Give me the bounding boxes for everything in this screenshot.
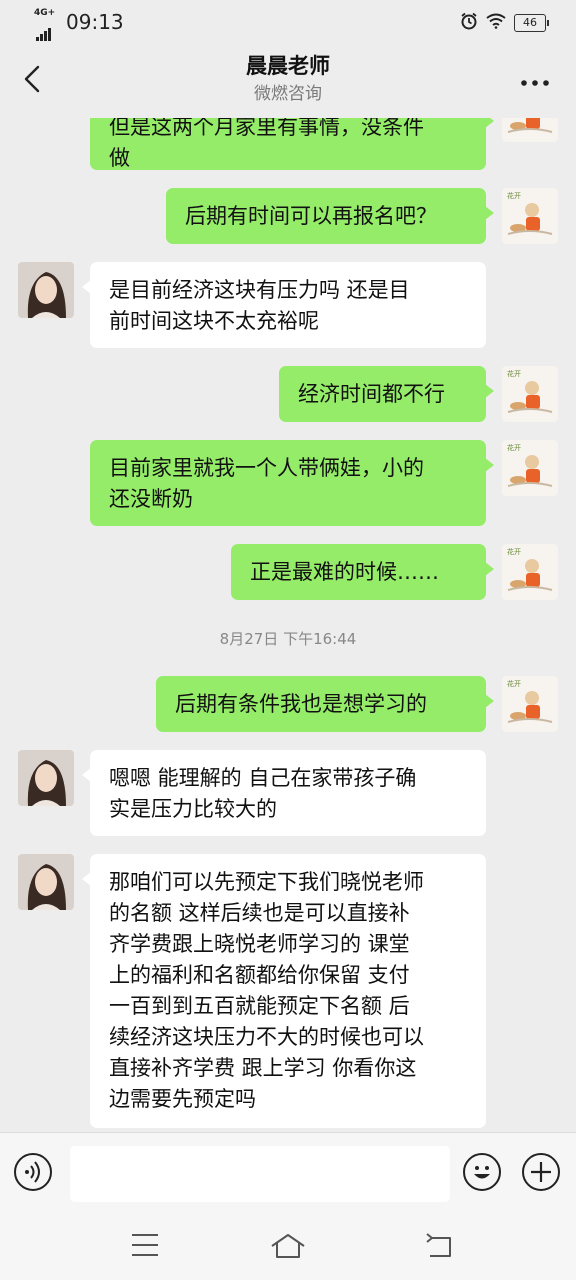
voice-icon (25, 1161, 40, 1183)
chat-header: 晨晨老师 微燃咨询 (0, 44, 576, 118)
my-avatar[interactable]: 花开 (502, 188, 558, 244)
message-line: 后期有条件我也是想学习的 (175, 692, 427, 716)
chat-area[interactable]: 但是这两个月家里有事情，没条件 做 后期有时间可以再报名吧？ 花开 是目前经济这… (0, 0, 576, 1130)
wifi-icon (486, 13, 506, 33)
message-line: 是目前经济这块有压力吗 还是目 (109, 278, 410, 302)
message-line: 后期有时间可以再报名吧？ (185, 204, 437, 228)
contact-avatar[interactable] (18, 854, 74, 910)
battery-icon: 46 (514, 14, 549, 32)
svg-text:花开: 花开 (507, 443, 521, 452)
menu-button[interactable] (130, 1232, 160, 1262)
voice-input-button[interactable] (14, 1153, 52, 1191)
alarm-icon (460, 12, 478, 34)
emoji-icon (474, 1166, 490, 1179)
message-line: 经济时间都不行 (298, 382, 445, 406)
contact-subtitle: 微燃咨询 (254, 84, 322, 104)
return-icon (426, 1233, 451, 1257)
message-input[interactable] (70, 1146, 450, 1202)
emoji-button[interactable] (463, 1153, 501, 1191)
message-line: 嗯嗯 能理解的 自己在家带孩子确 (109, 766, 417, 790)
incoming-message[interactable]: 是目前经济这块有压力吗 还是目 前时间这块不太充裕呢 (82, 262, 486, 348)
message-line: 正是最难的时候…… (250, 560, 439, 584)
outgoing-message[interactable]: 目前家里就我一个人带俩娃，小的 还没断奶 (90, 440, 494, 526)
home-button[interactable] (270, 1232, 306, 1264)
message-line: 齐学费跟上晓悦老师学习的 课堂 (109, 932, 410, 956)
plus-icon (531, 1162, 551, 1182)
message-line: 做 (109, 146, 130, 170)
my-avatar[interactable]: 花开 (502, 544, 558, 600)
svg-text:花开: 花开 (507, 547, 521, 556)
contact-name: 晨晨老师 (246, 54, 330, 78)
incoming-message[interactable]: 嗯嗯 能理解的 自己在家带孩子确 实是压力比较大的 (82, 750, 486, 836)
system-navigation-bar (0, 1214, 576, 1280)
back-system-button[interactable] (424, 1232, 454, 1264)
message-line: 直接补齐学费 跟上学习 你看你这 (109, 1056, 417, 1080)
home-icon (271, 1234, 305, 1258)
message-timestamp: 8月27日 下午16:44 (219, 630, 357, 648)
svg-text:花开: 花开 (507, 191, 521, 200)
outgoing-message[interactable]: 后期有条件我也是想学习的 (156, 676, 494, 732)
message-line: 前时间这块不太充裕呢 (109, 309, 319, 333)
contact-avatar[interactable] (18, 750, 74, 806)
more-icon (521, 80, 549, 86)
network-type: 4G+ (34, 8, 56, 18)
more-functions-button[interactable] (522, 1153, 560, 1191)
message-line: 那咱们可以先预定下我们晓悦老师 (109, 870, 424, 894)
status-bar: 4G+ 09:13 46 (0, 0, 576, 44)
my-avatar[interactable]: 花开 (502, 676, 558, 732)
my-avatar[interactable]: 花开 (502, 440, 558, 496)
incoming-message[interactable]: 那咱们可以先预定下我们晓悦老师 的名额 这样后续也是可以直接补 齐学费跟上晓悦老… (82, 854, 486, 1128)
more-options-button[interactable] (520, 66, 550, 94)
svg-text:花开: 花开 (507, 679, 521, 688)
message-line: 上的福利和名额都给你保留 支付 (109, 963, 410, 987)
input-bar (0, 1132, 576, 1215)
svg-text:花开: 花开 (507, 369, 521, 378)
message-line: 续经济这块压力不大的时候也可以 (109, 1025, 424, 1049)
status-time: 09:13 (66, 10, 124, 34)
outgoing-message[interactable]: 后期有时间可以再报名吧？ (166, 188, 494, 244)
message-line: 实是压力比较大的 (109, 797, 277, 821)
message-line: 一百到到五百就能预定下名额 后 (109, 994, 410, 1018)
outgoing-message[interactable]: 经济时间都不行 (279, 366, 494, 422)
message-line: 目前家里就我一个人带俩娃，小的 (109, 456, 424, 480)
contact-avatar[interactable] (18, 262, 74, 318)
outgoing-message[interactable]: 正是最难的时候…… (231, 544, 494, 600)
message-line: 边需要先预定吗 (109, 1087, 256, 1111)
message-line: 还没断奶 (109, 487, 193, 511)
my-avatar[interactable]: 花开 (502, 366, 558, 422)
message-line: 的名额 这样后续也是可以直接补 (109, 901, 410, 925)
cellular-signal-icon: 4G+ (34, 8, 62, 41)
menu-icon (132, 1234, 158, 1256)
battery-level: 46 (523, 16, 537, 29)
